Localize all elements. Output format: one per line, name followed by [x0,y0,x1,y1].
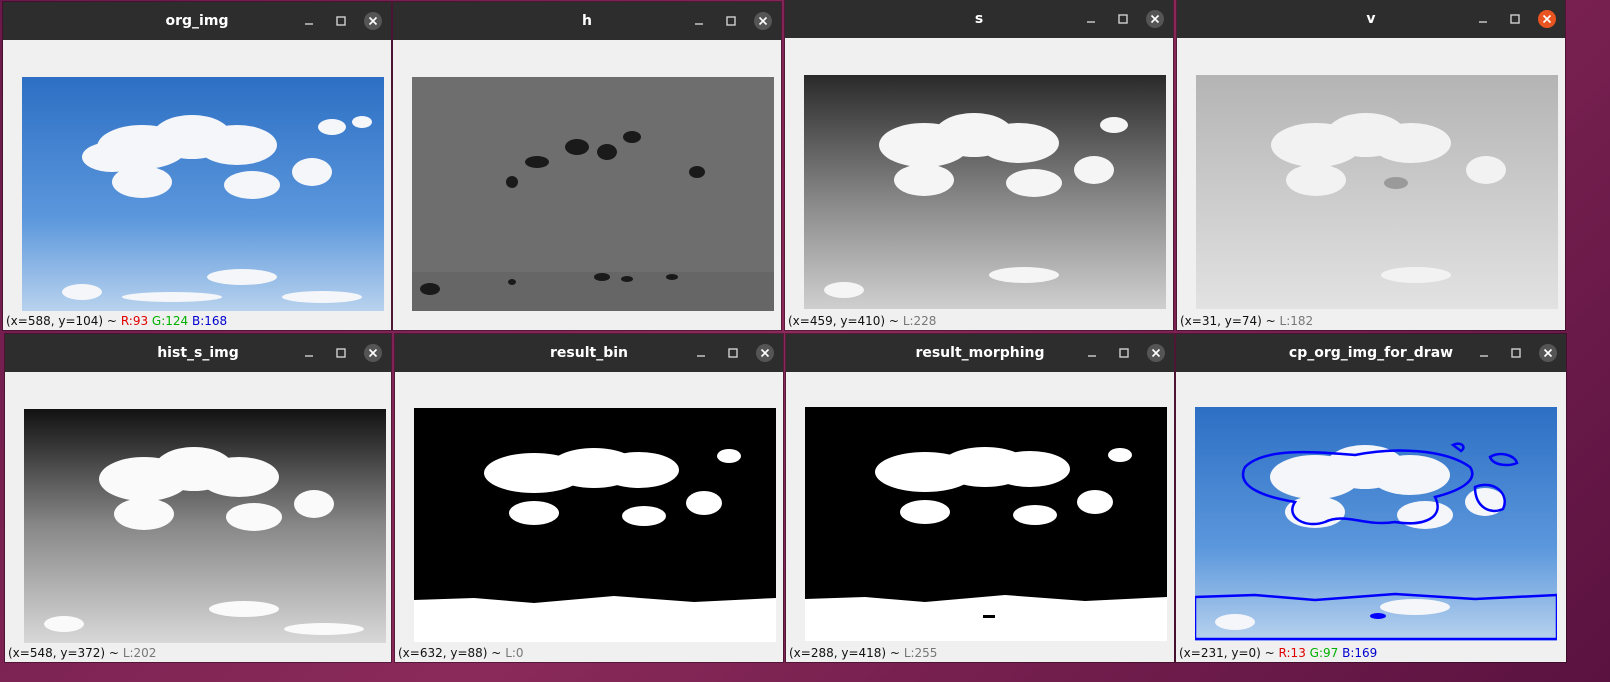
image-canvas[interactable] [414,408,776,642]
status-bar: (x=548, y=372) ~ L:202 [8,646,156,660]
close-icon[interactable] [755,343,775,363]
status-bar: (x=588, y=104) ~ R:93 G:124 B:168 [6,314,227,328]
status-bar: (x=632, y=88) ~ L:0 [398,646,524,660]
cursor-coords: (x=588, y=104) ~ [6,314,117,328]
title-bar[interactable]: h [393,2,781,40]
close-icon[interactable] [753,11,773,31]
window-hist-s-img[interactable]: hist_s_img (x=548, y=372) ~ L:202 [5,334,391,662]
minimize-icon[interactable] [1473,9,1493,29]
pixel-l: L:255 [903,646,938,660]
maximize-icon[interactable] [1113,9,1133,29]
title-bar[interactable]: hist_s_img [5,334,391,372]
pixel-r: R:13 [1278,646,1306,660]
minimize-icon[interactable] [1082,343,1102,363]
cursor-coords: (x=31, y=74) ~ [1180,314,1276,328]
title-bar[interactable]: s [785,0,1173,38]
close-icon[interactable] [1537,9,1557,29]
title-bar[interactable]: result_morphing [786,334,1174,372]
cursor-coords: (x=459, y=410) ~ [788,314,899,328]
minimize-icon[interactable] [299,343,319,363]
window-org-img[interactable]: org_img (x=588, y=104) ~ R:93 G:124 B:16… [3,2,391,330]
image-canvas[interactable] [1196,75,1558,309]
image-canvas[interactable] [22,77,384,311]
status-bar: (x=231, y=0) ~ R:13 G:97 B:169 [1179,646,1377,660]
title-bar[interactable]: v [1177,0,1565,38]
pixel-l: L:182 [1279,314,1314,328]
close-icon[interactable] [1145,9,1165,29]
title-bar[interactable]: org_img [3,2,391,40]
image-canvas[interactable] [412,77,774,311]
maximize-icon[interactable] [1506,343,1526,363]
maximize-icon[interactable] [721,11,741,31]
window-s[interactable]: s (x=459, y=410) ~ L:228 [785,0,1173,330]
status-bar: (x=288, y=418) ~ L:255 [789,646,937,660]
window-cp-org-img-for-draw[interactable]: cp_org_img_for_draw (x=231, y=0) ~ R:13 … [1176,334,1566,662]
window-result-morphing[interactable]: result_morphing (x=288, y=418) ~ L:255 [786,334,1174,662]
cursor-coords: (x=632, y=88) ~ [398,646,502,660]
minimize-icon[interactable] [299,11,319,31]
pixel-g: G:124 [151,314,189,328]
window-h[interactable]: h [393,2,781,330]
window-v[interactable]: v (x=31, y=74) ~ L:182 [1177,0,1565,330]
cursor-coords: (x=548, y=372) ~ [8,646,119,660]
image-canvas[interactable] [804,75,1166,309]
pixel-l: L:228 [902,314,937,328]
title-bar[interactable]: cp_org_img_for_draw [1176,334,1566,372]
close-icon[interactable] [1146,343,1166,363]
minimize-icon[interactable] [691,343,711,363]
window-result-bin[interactable]: result_bin (x=632, y=88) ~ L:0 [395,334,783,662]
pixel-l: L:0 [505,646,524,660]
minimize-icon[interactable] [1081,9,1101,29]
maximize-icon[interactable] [1114,343,1134,363]
title-bar[interactable]: result_bin [395,334,783,372]
pixel-b: B:168 [192,314,228,328]
minimize-icon[interactable] [689,11,709,31]
minimize-icon[interactable] [1474,343,1494,363]
image-canvas[interactable] [805,407,1167,641]
maximize-icon[interactable] [331,11,351,31]
status-bar: (x=31, y=74) ~ L:182 [1180,314,1313,328]
pixel-r: R:93 [120,314,149,328]
image-canvas[interactable] [1195,407,1557,641]
pixel-g: G:97 [1309,646,1339,660]
pixel-b: B:169 [1342,646,1378,660]
maximize-icon[interactable] [723,343,743,363]
cursor-coords: (x=231, y=0) ~ [1179,646,1275,660]
pixel-l: L:202 [122,646,157,660]
close-icon[interactable] [363,343,383,363]
maximize-icon[interactable] [331,343,351,363]
status-bar: (x=459, y=410) ~ L:228 [788,314,936,328]
close-icon[interactable] [363,11,383,31]
close-icon[interactable] [1538,343,1558,363]
image-canvas[interactable] [24,409,386,643]
maximize-icon[interactable] [1505,9,1525,29]
cursor-coords: (x=288, y=418) ~ [789,646,900,660]
